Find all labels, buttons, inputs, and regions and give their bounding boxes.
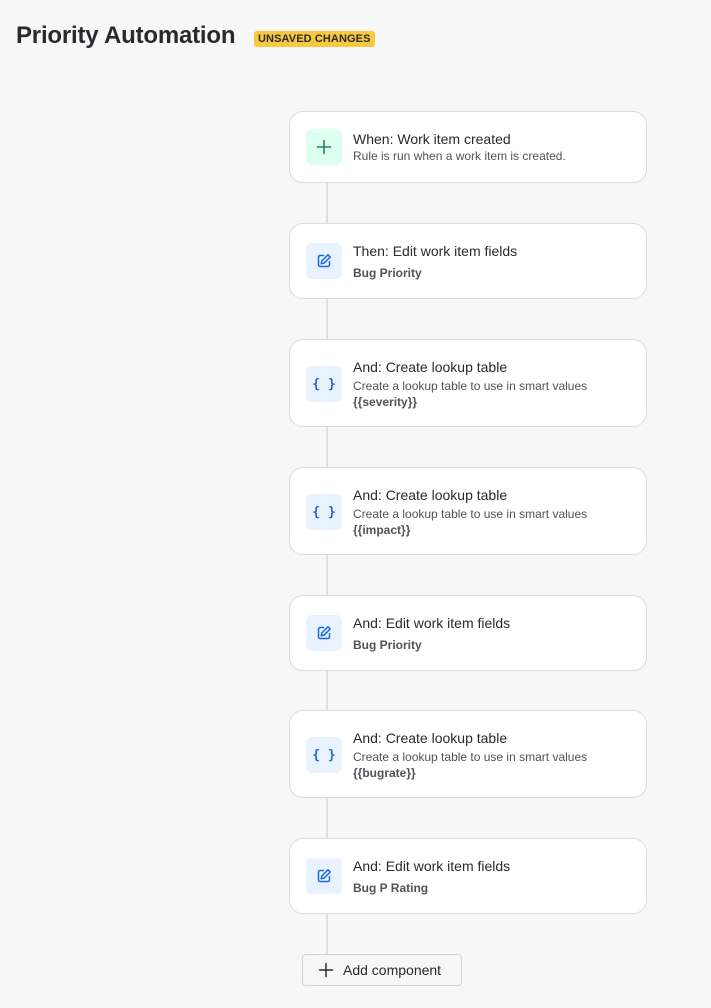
braces-icon: { } [306, 366, 342, 402]
connector-line [326, 298, 328, 340]
connector-line [326, 426, 328, 468]
smart-value-name: {{severity}} [353, 395, 418, 409]
component-title: When: Work item created [353, 131, 511, 147]
component-title: And: Create lookup table [353, 359, 508, 375]
connector-line [326, 182, 328, 224]
unsaved-changes-badge: UNSAVED CHANGES [254, 31, 375, 47]
edit-icon [306, 243, 342, 279]
rule-component-card[interactable]: { } And: Create lookup table Create a lo… [289, 710, 647, 798]
braces-icon: { } [306, 494, 342, 530]
rule-component-card[interactable]: Then: Edit work item fields Bug Priority [289, 223, 647, 299]
component-description: Rule is run when a work item is created. [353, 149, 566, 163]
edit-icon [306, 615, 342, 651]
component-description: Create a lookup table to use in smart va… [353, 379, 588, 393]
page-title: Priority Automation [16, 22, 236, 49]
smart-value-name: {{bugrate}} [353, 766, 416, 780]
edit-icon [306, 858, 342, 894]
add-component-label: Add component [343, 962, 442, 978]
connector-line [326, 670, 328, 711]
connector-line [326, 797, 328, 839]
component-title: And: Create lookup table [353, 487, 508, 503]
component-description: Create a lookup table to use in smart va… [353, 750, 588, 764]
component-title: Then: Edit work item fields [353, 243, 518, 259]
component-description: Create a lookup table to use in smart va… [353, 507, 588, 521]
add-component-button[interactable]: Add component [302, 954, 462, 986]
braces-icon: { } [306, 737, 342, 773]
rule-component-card[interactable]: And: Edit work item fields Bug P Rating [289, 838, 647, 914]
component-title: And: Edit work item fields [353, 858, 511, 874]
rule-component-card[interactable]: { } And: Create lookup table Create a lo… [289, 339, 647, 427]
rule-component-card[interactable]: { } And: Create lookup table Create a lo… [289, 467, 647, 555]
plus-icon [306, 129, 342, 165]
connector-line [326, 554, 328, 596]
component-field: Bug Priority [353, 638, 422, 652]
plus-icon [318, 962, 334, 978]
rule-component-card[interactable]: When: Work item created Rule is run when… [289, 111, 647, 183]
connector-line [326, 913, 328, 954]
rule-component-card[interactable]: And: Edit work item fields Bug Priority [289, 595, 647, 671]
component-title: And: Edit work item fields [353, 615, 511, 631]
smart-value-name: {{impact}} [353, 523, 411, 537]
component-field: Bug Priority [353, 266, 422, 280]
component-field: Bug P Rating [353, 881, 429, 895]
component-title: And: Create lookup table [353, 730, 508, 746]
